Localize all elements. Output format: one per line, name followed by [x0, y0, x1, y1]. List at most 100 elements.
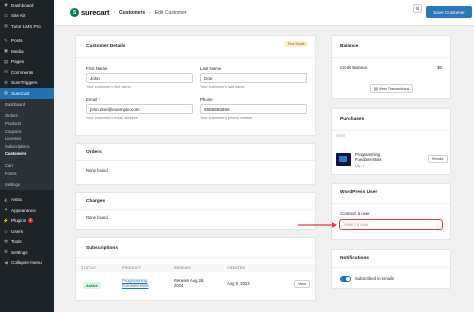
- subscriptions-table-header: STATUS PRODUCT RENEWS CREATED: [76, 264, 315, 272]
- column-header: STATUS: [81, 266, 96, 270]
- last-name-help: Your customer's last name.: [200, 85, 246, 89]
- email-label: Email *: [86, 97, 100, 102]
- purchase-item-name: Programming Fundamentals: [355, 152, 382, 162]
- table-row[interactable]: Active Programming Fundamentals Renews A…: [76, 274, 315, 296]
- breadcrumb-edit-customer: Edit Customer: [154, 9, 187, 16]
- product-link[interactable]: Programming Fundamentals: [122, 278, 168, 288]
- card-title: Notifications: [340, 256, 370, 261]
- submenu-item-dashboard[interactable]: Dashboard: [0, 101, 54, 109]
- submenu-item-cart[interactable]: Cart: [0, 162, 54, 170]
- customer-details-card: Customer Details Test Mode First Name Jo…: [75, 35, 316, 136]
- submenu-item-subscriptions[interactable]: Subscriptions: [0, 142, 54, 150]
- sidebar-item-label: Tutor LMS Pro: [11, 23, 41, 29]
- status-badge: Active: [83, 282, 102, 289]
- sidebar-item-astra[interactable]: ◭ Astra: [0, 194, 54, 205]
- media-icon: ▣: [3, 48, 9, 54]
- created-date: Aug 9, 2023: [227, 281, 250, 286]
- plugins-icon: ⚡: [3, 217, 9, 223]
- users-icon: ☺: [3, 228, 9, 234]
- comments-icon: ✉: [4, 69, 8, 75]
- submenu-item-customers[interactable]: Customers: [0, 150, 54, 158]
- first-name-label: First Name: [86, 66, 108, 71]
- posts-icon: ✎: [4, 37, 8, 43]
- sidebar-item-media[interactable]: ▣ Media: [0, 46, 54, 57]
- sidebar-item-label: Users: [11, 228, 23, 234]
- sidebar-item-label: SureCart: [11, 90, 30, 96]
- select-user-dropdown[interactable]: Select a user ⌄: [339, 219, 443, 230]
- sidebar-item-label: Collapse menu: [11, 260, 42, 266]
- wp-admin-sidebar: ◉ Dashboard G Site Kit ◍ Tutor LMS Pro ✎ Posts…: [0, 0, 54, 312]
- email-help: Your customer's email address.: [86, 116, 139, 120]
- view-button[interactable]: View: [294, 280, 311, 288]
- orders-empty-text: None found.: [86, 168, 109, 173]
- sidebar-item-plugins[interactable]: ⚡ Plugins 1: [0, 215, 54, 226]
- tutor-icon: ◍: [3, 23, 8, 29]
- sitekit-icon: G: [4, 13, 8, 19]
- collapse-icon: ◀: [4, 259, 8, 265]
- email-input[interactable]: john.doe@example.com: [86, 104, 193, 114]
- credit-balance-label: Credit Balance: [340, 65, 368, 70]
- sidebar-item-tutor-lms-pro[interactable]: ◍ Tutor LMS Pro: [0, 21, 54, 32]
- dashboard-icon: ◉: [3, 2, 8, 8]
- submenu-item-orders[interactable]: Orders: [0, 112, 54, 120]
- sidebar-item-dashboard[interactable]: ◉ Dashboard: [0, 0, 54, 11]
- sidebar-item-label: Settings: [11, 249, 28, 255]
- brand-name: surecart: [81, 8, 110, 17]
- revoke-button[interactable]: Revoke: [428, 155, 448, 163]
- sidebar-item-site-kit[interactable]: G Site Kit: [0, 11, 54, 22]
- sidebar-item-label: SureTriggers: [11, 80, 38, 86]
- sidebar-item-posts[interactable]: ✎ Posts: [0, 36, 54, 47]
- breadcrumb-customers[interactable]: Customers: [119, 10, 145, 16]
- sidebar-item-users[interactable]: ☺ Users: [0, 226, 54, 237]
- column-header: CREATED: [227, 266, 246, 270]
- update-count-badge: 1: [28, 218, 34, 223]
- sidebar-item-settings[interactable]: ⚙ Settings: [0, 247, 54, 258]
- orders-card: Orders None found.: [75, 143, 316, 185]
- gear-icon[interactable]: ⚙: [413, 4, 422, 13]
- wordpress-user-card: WordPress User Connect a user: [331, 183, 451, 240]
- surecart-logo[interactable]: S surecart: [70, 8, 110, 17]
- card-title: Customer Details: [86, 44, 126, 49]
- sidebar-item-surecart[interactable]: ◎ SureCart: [0, 88, 54, 99]
- card-title: WordPress User: [340, 190, 378, 195]
- save-customer-button[interactable]: Save Customer: [426, 6, 472, 18]
- sidebar-item-label: Pages: [11, 59, 25, 65]
- last-name-label: Last Name: [200, 66, 222, 71]
- card-title: Purchases: [340, 117, 365, 122]
- appearance-icon: ✦: [4, 207, 8, 213]
- submenu-item-settings[interactable]: Settings: [0, 181, 54, 189]
- view-transactions-button[interactable]: ▤ View Transactions: [370, 84, 414, 93]
- sidebar-item-label: Media: [11, 48, 24, 54]
- subscriptions-card: Subscriptions STATUS PRODUCT RENEWS CREA…: [75, 237, 316, 301]
- sidebar-item-appearance[interactable]: ✦ Appearance: [0, 205, 54, 216]
- phone-input[interactable]: 5555555555: [200, 104, 307, 114]
- purchase-item-qty: Qty: 1: [355, 164, 365, 168]
- submenu-item-forms[interactable]: Forms: [0, 169, 54, 177]
- chevron-down-icon: ⌄: [435, 222, 439, 227]
- card-title: Balance: [340, 44, 359, 49]
- last-name-input[interactable]: Doe: [200, 73, 307, 83]
- submenu-item-products[interactable]: Products: [0, 120, 54, 128]
- email-subscription-toggle[interactable]: [340, 276, 351, 282]
- first-name-input[interactable]: John: [86, 73, 193, 83]
- sidebar-item-label: Astra: [11, 197, 22, 203]
- sidebar-item-tools[interactable]: ⚒ Tools: [0, 236, 54, 247]
- sidebar-item-collapse-menu[interactable]: ◀ Collapse menu: [0, 257, 54, 268]
- sidebar-item-suretriggers[interactable]: ⚙ SureTriggers: [0, 78, 54, 89]
- purchases-card: Purchases ITEM Programming Fundamentals …: [331, 108, 451, 175]
- select-user-placeholder: Select a user: [344, 222, 369, 227]
- connect-user-label: Connect a user: [340, 211, 370, 216]
- submenu-item-coupons[interactable]: Coupons: [0, 127, 54, 135]
- submenu-item-licenses[interactable]: Licenses: [0, 135, 54, 143]
- sidebar-item-comments[interactable]: ✉ Comments: [0, 67, 54, 78]
- sidebar-item-pages[interactable]: ▤ Pages: [0, 57, 54, 68]
- toggle-label: Subscribed to emails: [355, 276, 394, 281]
- email-label-text: Email: [86, 97, 97, 102]
- surecart-header: S surecart › Customers › Edit Customer ⚙…: [54, 0, 474, 26]
- card-title: Subscriptions: [86, 246, 118, 251]
- balance-card: Balance Credit Balance $0 ▤ View Transac…: [331, 35, 451, 99]
- charges-card: Charges None found.: [75, 192, 316, 230]
- annotation-arrow: [298, 222, 337, 228]
- credit-balance-value: $0: [437, 65, 442, 70]
- chevron-right-icon: ›: [113, 9, 116, 16]
